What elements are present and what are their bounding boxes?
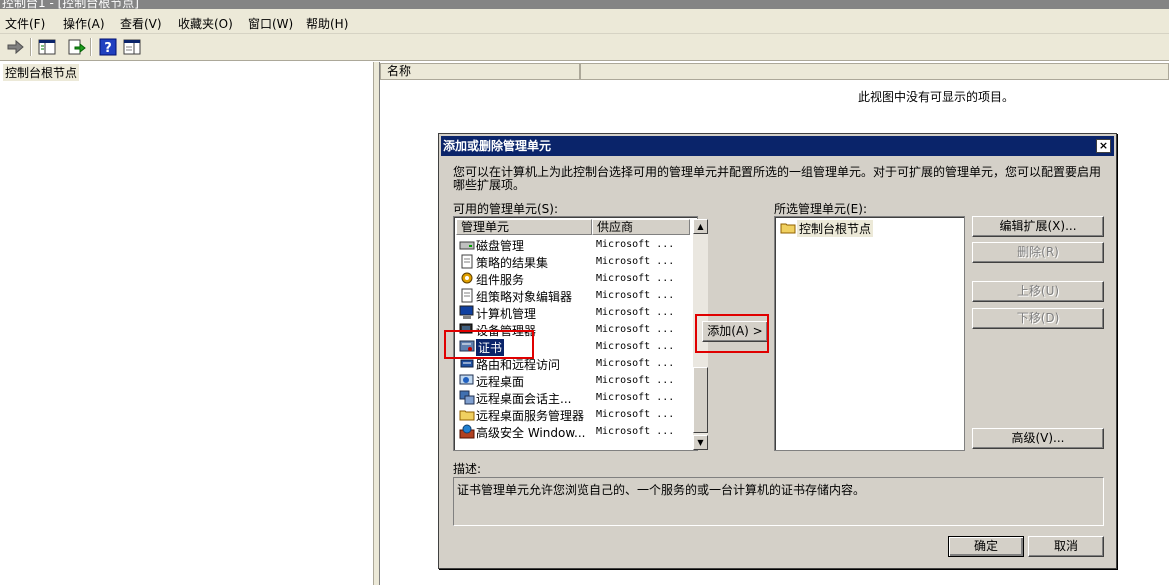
list-item[interactable]: 高级安全 Window... Microsoft ... (456, 423, 682, 440)
action-pane-icon[interactable] (122, 37, 142, 57)
folder-icon (780, 220, 796, 235)
scroll-thumb[interactable] (693, 367, 708, 433)
list-item[interactable]: 控制台根节点 (777, 219, 962, 237)
forward-arrow-icon[interactable] (5, 37, 25, 57)
available-snapins-label: 可用的管理单元(S): (453, 202, 559, 216)
snapin-name: 计算机管理 (476, 307, 537, 321)
snapin-vendor: Microsoft ... (596, 256, 675, 267)
toolbar: ? (0, 34, 1169, 61)
remote-desktop-icon (459, 373, 475, 388)
move-down-button[interactable]: 下移(D) (972, 308, 1104, 329)
menu-favorites[interactable]: 收藏夹(O) (178, 15, 233, 32)
list-item[interactable]: 组策略对象编辑器 Microsoft ... (456, 287, 682, 304)
snapin-vendor: Microsoft ... (596, 341, 675, 352)
window-title-bar: 控制台1 - [控制台根节点] (0, 0, 1169, 9)
scroll-up-icon[interactable]: ▲ (693, 219, 708, 234)
list-item[interactable]: 磁盘管理 Microsoft ... (456, 236, 682, 253)
snapin-name: 策略的结果集 (476, 256, 549, 270)
column-header-blank (580, 63, 1169, 80)
window-title: 控制台1 - [控制台根节点] (2, 0, 139, 9)
toolbar-separator (30, 38, 32, 56)
menu-action[interactable]: 操作(A) (63, 15, 105, 32)
snapin-name: 远程桌面 (476, 375, 525, 389)
snapin-vendor: Microsoft ... (596, 375, 675, 386)
snapin-vendor: Microsoft ... (596, 426, 675, 437)
show-hide-tree-icon[interactable] (37, 37, 57, 57)
selected-snapin-name: 控制台根节点 (797, 220, 874, 237)
snapin-name: 远程桌面服务管理器 (476, 409, 585, 423)
list-item[interactable]: 策略的结果集 Microsoft ... (456, 253, 682, 270)
list-item[interactable]: 计算机管理 Microsoft ... (456, 304, 682, 321)
header-snapin[interactable]: 管理单元 (456, 219, 592, 235)
tree-root-node[interactable]: 控制台根节点 (3, 64, 80, 81)
disk-icon (459, 237, 475, 252)
menu-help[interactable]: 帮助(H) (306, 15, 348, 32)
list-item[interactable]: 远程桌面会话主... Microsoft ... (456, 389, 682, 406)
menu-bar: 文件(F) 操作(A) 查看(V) 收藏夹(O) 窗口(W) 帮助(H) (0, 9, 1169, 34)
remove-button[interactable]: 删除(R) (972, 242, 1104, 263)
list-item[interactable]: 组件服务 Microsoft ... (456, 270, 682, 287)
snapin-vendor: Microsoft ... (596, 239, 675, 250)
list-item[interactable]: 远程桌面服务管理器 Microsoft ... (456, 406, 682, 423)
snapin-name: 远程桌面会话主... (476, 392, 572, 406)
advanced-button[interactable]: 高级(V)... (972, 428, 1104, 449)
empty-view-message: 此视图中没有可显示的项目。 (858, 90, 1015, 104)
folder-icon (459, 407, 475, 422)
description-box: 证书管理单元允许您浏览自己的、一个服务的或一台计算机的证书存储内容。 (453, 477, 1104, 526)
edit-extensions-button[interactable]: 编辑扩展(X)... (972, 216, 1104, 237)
close-icon[interactable]: × (1096, 139, 1111, 153)
session-host-icon (459, 390, 475, 405)
dialog-description: 您可以在计算机上为此控制台选择可用的管理单元并配置所选的一组管理单元。对于可扩展… (453, 165, 1102, 192)
document-icon (459, 254, 475, 269)
snapin-vendor: Microsoft ... (596, 409, 675, 420)
computer-icon (459, 305, 475, 320)
snapin-name: 组策略对象编辑器 (476, 290, 573, 304)
firewall-icon (459, 424, 475, 439)
tree-pane: 控制台根节点 (0, 62, 374, 585)
snapin-vendor: Microsoft ... (596, 307, 675, 318)
help-icon[interactable]: ? (98, 37, 118, 57)
selected-snapins-label: 所选管理单元(E): (774, 202, 867, 216)
move-up-button[interactable]: 上移(U) (972, 281, 1104, 302)
export-list-icon[interactable] (66, 37, 86, 57)
snapin-name: 组件服务 (476, 273, 525, 287)
snapin-vendor: Microsoft ... (596, 290, 675, 301)
menu-file[interactable]: 文件(F) (5, 15, 45, 32)
highlight-box-add (695, 314, 769, 353)
menu-window[interactable]: 窗口(W) (248, 15, 293, 32)
document-icon (459, 288, 475, 303)
cancel-button[interactable]: 取消 (1028, 536, 1104, 557)
description-label: 描述: (453, 462, 482, 476)
scroll-down-icon[interactable]: ▼ (693, 435, 708, 450)
snapin-name: 高级安全 Window... (476, 426, 586, 440)
header-vendor[interactable]: 供应商 (592, 219, 690, 235)
snapin-vendor: Microsoft ... (596, 324, 675, 335)
column-header-name[interactable]: 名称 (380, 63, 580, 80)
snapin-name: 磁盘管理 (476, 239, 525, 253)
add-remove-snapin-dialog: 添加或删除管理单元 × 您可以在计算机上为此控制台选择可用的管理单元并配置所选的… (438, 133, 1117, 569)
snapin-vendor: Microsoft ... (596, 273, 675, 284)
dialog-title: 添加或删除管理单元 (443, 139, 552, 153)
highlight-box-certificate (444, 330, 534, 359)
snapin-vendor: Microsoft ... (596, 392, 675, 403)
selected-snapins-list[interactable]: 控制台根节点 (774, 216, 965, 451)
menu-view[interactable]: 查看(V) (120, 15, 162, 32)
list-item[interactable]: 远程桌面 Microsoft ... (456, 372, 682, 389)
ok-button[interactable]: 确定 (948, 536, 1024, 557)
snapin-vendor: Microsoft ... (596, 358, 675, 369)
gear-icon (459, 271, 475, 286)
dialog-title-bar: 添加或删除管理单元 × (441, 136, 1114, 156)
toolbar-separator (90, 38, 92, 56)
svg-text:?: ? (104, 41, 112, 56)
